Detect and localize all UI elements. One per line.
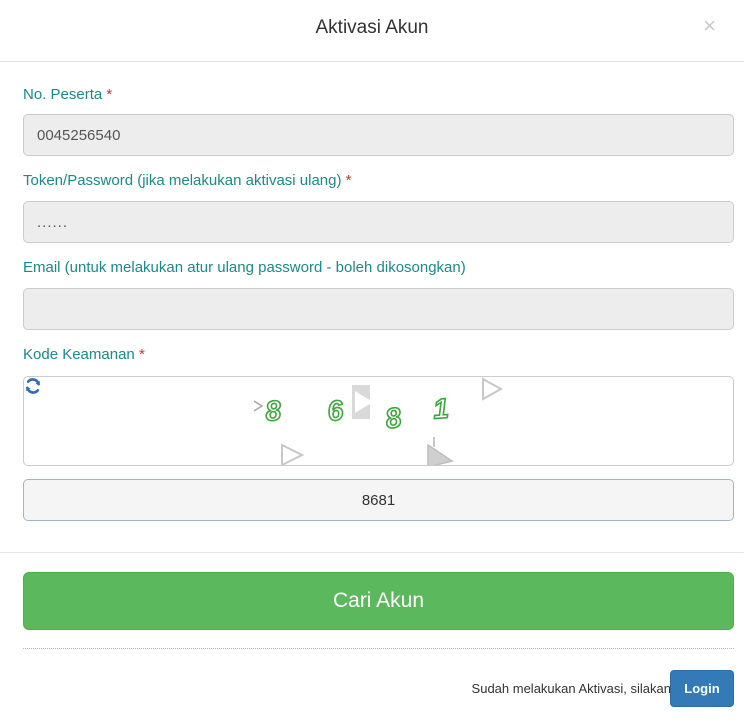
security-code-label: Kode Keamanan * [23, 346, 145, 363]
participant-no-label: No. Peserta * [23, 86, 112, 103]
token-label: Token/Password (jika melakukan aktivasi … [23, 172, 352, 189]
captcha-glyph: 1 [432, 393, 450, 425]
captcha-glyph: 8 [383, 401, 404, 434]
login-button[interactable]: Login [670, 670, 734, 707]
search-account-button[interactable]: Cari Akun [23, 572, 734, 630]
captcha-noise [427, 443, 454, 465]
token-label-text: Token/Password (jika melakukan aktivasi … [23, 172, 342, 189]
captcha-noise [253, 400, 264, 412]
required-mark: * [138, 346, 145, 363]
close-icon[interactable]: × [703, 15, 716, 37]
token-password-input[interactable] [23, 201, 734, 243]
already-activated-text: Sudah melakukan Aktivasi, silakan [471, 681, 671, 696]
security-code-input[interactable] [23, 479, 734, 521]
captcha-noise [281, 443, 305, 465]
divider [0, 552, 744, 553]
email-label-text: Email (untuk melakukan atur ulang passwo… [23, 259, 466, 276]
required-mark: * [106, 86, 113, 103]
captcha-glyph: 6 [325, 394, 345, 427]
captcha-glyph: 8 [264, 395, 283, 428]
email-input[interactable] [23, 288, 734, 330]
required-mark: * [345, 172, 352, 189]
divider-dotted [23, 648, 734, 649]
captcha-noise [482, 377, 504, 401]
participant-no-label-text: No. Peserta [23, 86, 103, 103]
refresh-icon[interactable] [24, 377, 42, 395]
security-code-label-text: Kode Keamanan [23, 346, 135, 363]
modal-title: Aktivasi Akun [315, 17, 429, 38]
participant-no-input[interactable] [23, 114, 734, 156]
modal-header: Aktivasi Akun × [0, 0, 744, 62]
captcha-image: 8 6 8 1 [23, 376, 734, 466]
activation-modal: Aktivasi Akun × No. Peserta * Token/Pass… [0, 0, 744, 722]
captcha-graphic: 8 6 8 1 [253, 377, 504, 465]
email-label: Email (untuk melakukan atur ulang passwo… [23, 259, 466, 276]
